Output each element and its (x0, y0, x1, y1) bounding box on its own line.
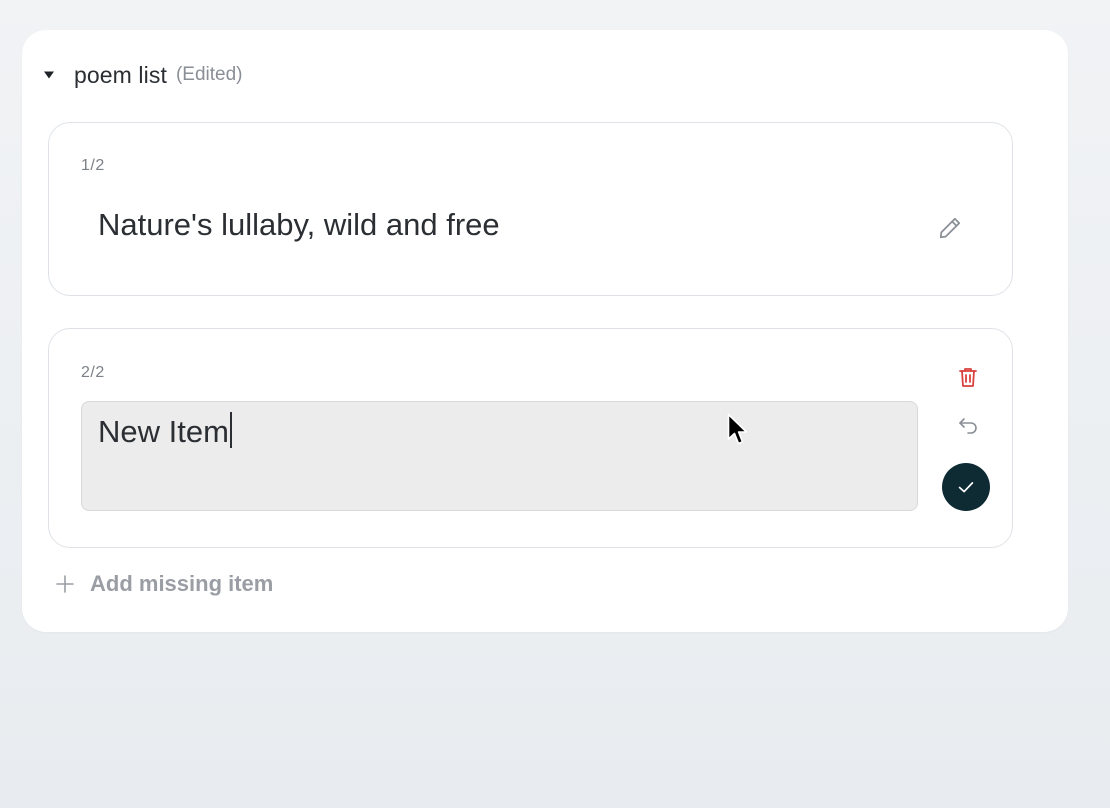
item-counter: 2/2 (81, 364, 105, 381)
delete-item-button[interactable] (951, 360, 985, 394)
add-missing-item-label: Add missing item (90, 571, 274, 596)
check-icon (958, 482, 974, 493)
undo-icon (959, 418, 977, 434)
collapse-toggle[interactable] (42, 68, 56, 82)
item-counter: 1/2 (81, 157, 105, 174)
caret-down-icon (44, 71, 54, 79)
edit-item-button[interactable] (933, 211, 967, 245)
pencil-icon (939, 217, 961, 239)
text-caret (229, 412, 232, 448)
list-item-card-editing: 2/2 New Item (48, 328, 1013, 548)
plus-icon (54, 573, 76, 595)
item-text: Nature's lullaby, wild and free (98, 207, 500, 242)
list-item-card: 1/2 Nature's lullaby, wild and free (48, 122, 1013, 296)
edited-status: (Edited) (175, 64, 243, 85)
confirm-button[interactable] (942, 463, 990, 511)
trash-icon (959, 368, 977, 387)
add-missing-item-button[interactable]: Add missing item (54, 568, 273, 600)
item-text-input[interactable]: New Item (81, 401, 918, 511)
undo-button[interactable] (951, 409, 985, 443)
list-title: poem list (74, 61, 167, 88)
item-input-value: New Item (98, 414, 229, 449)
poem-list-panel: poem list (Edited) 1/2 Nature's lullaby,… (22, 30, 1068, 632)
list-header: poem list (Edited) (42, 60, 242, 90)
